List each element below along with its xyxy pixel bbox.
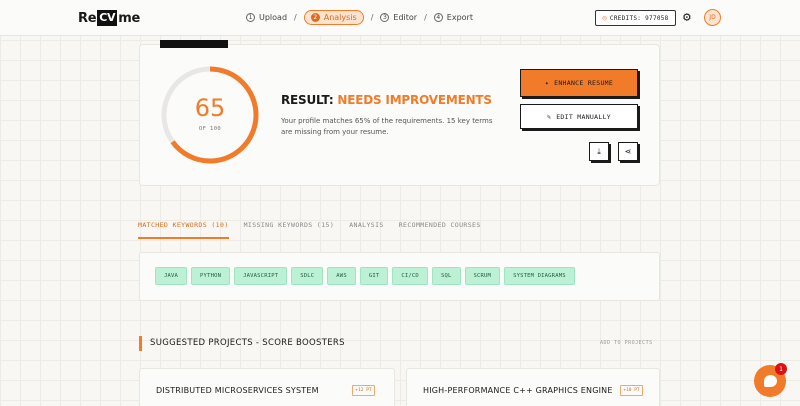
step-label: Editor — [393, 13, 418, 22]
step-separator: / — [424, 13, 427, 22]
project-name: HIGH-PERFORMANCE C++ GRAPHICS ENGINE — [423, 386, 613, 395]
download-icon: ⤓ — [597, 146, 601, 156]
keyword-chip: JAVA — [155, 267, 188, 285]
notification-badge: 1 — [775, 363, 787, 375]
credits-icon: ◎ — [602, 14, 607, 22]
step-export[interactable]: 4 Export — [433, 13, 473, 22]
gear-icon[interactable]: ⚙ — [683, 10, 691, 26]
top-navbar: Re CV me 1 Upload / 2 Analysis / 3 Editor … — [0, 0, 800, 36]
tab-analysis[interactable]: ANALYSIS — [349, 221, 384, 239]
step-label: Analysis — [323, 13, 357, 22]
logo-text-box: CV — [97, 10, 118, 26]
keyword-chip: SDLC — [291, 267, 324, 285]
keyword-chip: SYSTEM DIAGRAMS — [504, 267, 575, 285]
step-number: 2 — [310, 13, 320, 22]
step-number: 1 — [246, 13, 255, 22]
keyword-chips: JAVA PYTHON JAVASCRIPT SDLC AWS GIT CI/C… — [155, 267, 575, 285]
result-status: NEEDS IMPROVEMENTS — [337, 93, 492, 107]
keyword-chip: SCRUM — [464, 267, 501, 285]
download-button[interactable]: ⤓ — [589, 142, 609, 161]
keyword-chip: GIT — [359, 267, 389, 285]
tab-recommended-courses[interactable]: RECOMMENDED COURSES — [399, 221, 481, 239]
avatar[interactable]: JD — [704, 9, 721, 26]
score-max: OF 100 — [198, 126, 222, 132]
keyword-chip: CI/CD — [392, 267, 428, 285]
project-points: +10 PT — [620, 385, 643, 396]
share-button[interactable]: ⋖ — [618, 142, 638, 161]
keyword-chip: SQL — [431, 267, 461, 285]
sparkle-icon: ✦ — [544, 79, 550, 87]
share-icon: ⋖ — [624, 147, 632, 156]
logo-text-post: me — [118, 10, 140, 26]
score-gauge: 65 OF 100 — [159, 64, 261, 166]
step-editor[interactable]: 3 Editor — [380, 13, 417, 22]
pencil-icon: ✎ — [547, 112, 552, 121]
step-separator: / — [370, 13, 374, 22]
project-name: DISTRIBUTED MICROSERVICES SYSTEM — [156, 386, 319, 395]
projects-heading: SUGGESTED PROJECTS - SCORE BOOSTERS — [139, 336, 345, 351]
add-to-projects-link[interactable]: ADD TO PROJECTS — [600, 340, 653, 346]
keyword-tabs: MATCHED KEYWORDS (10) MISSING KEYWORDS (… — [138, 221, 481, 239]
result-heading: RESULT: NEEDS IMPROVEMENTS — [281, 93, 492, 107]
edit-manually-button[interactable]: ✎ EDIT MANUALLY — [520, 104, 638, 129]
result-description: Your profile matches 65% of the requirem… — [281, 117, 493, 136]
project-points: +12 PT — [352, 385, 375, 396]
step-number: 3 — [380, 13, 390, 22]
step-upload[interactable]: 1 Upload — [246, 13, 287, 22]
tab-missing-keywords[interactable]: MISSING KEYWORDS (15) — [244, 221, 335, 239]
project-card[interactable]: DISTRIBUTED MICROSERVICES SYSTEM +12 PT — [139, 368, 395, 406]
enhance-resume-button[interactable]: ✦ ENHANCE RESUME — [520, 69, 638, 97]
keyword-chip: JAVASCRIPT — [234, 267, 288, 285]
keyword-chip: AWS — [327, 267, 356, 285]
score-value: 65 — [194, 94, 226, 122]
step-label: Export — [446, 13, 473, 22]
chat-bubble-icon — [763, 375, 777, 387]
step-label: Upload — [259, 13, 288, 22]
result-prefix: RESULT: — [281, 93, 334, 107]
score-card-tag — [160, 40, 228, 48]
logo-text-pre: Re — [78, 10, 97, 26]
step-number: 4 — [433, 13, 443, 22]
tab-matched-keywords[interactable]: MATCHED KEYWORDS (10) — [138, 221, 229, 239]
progress-steps: 1 Upload / 2 Analysis / 3 Editor / 4 Exp… — [246, 10, 473, 25]
credits-badge[interactable]: ◎ CREDITS: 977058 — [595, 10, 676, 26]
step-separator: / — [294, 13, 297, 22]
app-logo[interactable]: Re CV me — [78, 10, 140, 26]
edit-label: EDIT MANUALLY — [556, 112, 611, 121]
keyword-chip: PYTHON — [191, 267, 231, 285]
step-analysis[interactable]: 2 Analysis — [303, 10, 364, 25]
project-card[interactable]: HIGH-PERFORMANCE C++ GRAPHICS ENGINE +10… — [406, 368, 660, 406]
enhance-label: ENHANCE RESUME — [554, 79, 614, 87]
credits-label: CREDITS: 977058 — [609, 14, 669, 22]
